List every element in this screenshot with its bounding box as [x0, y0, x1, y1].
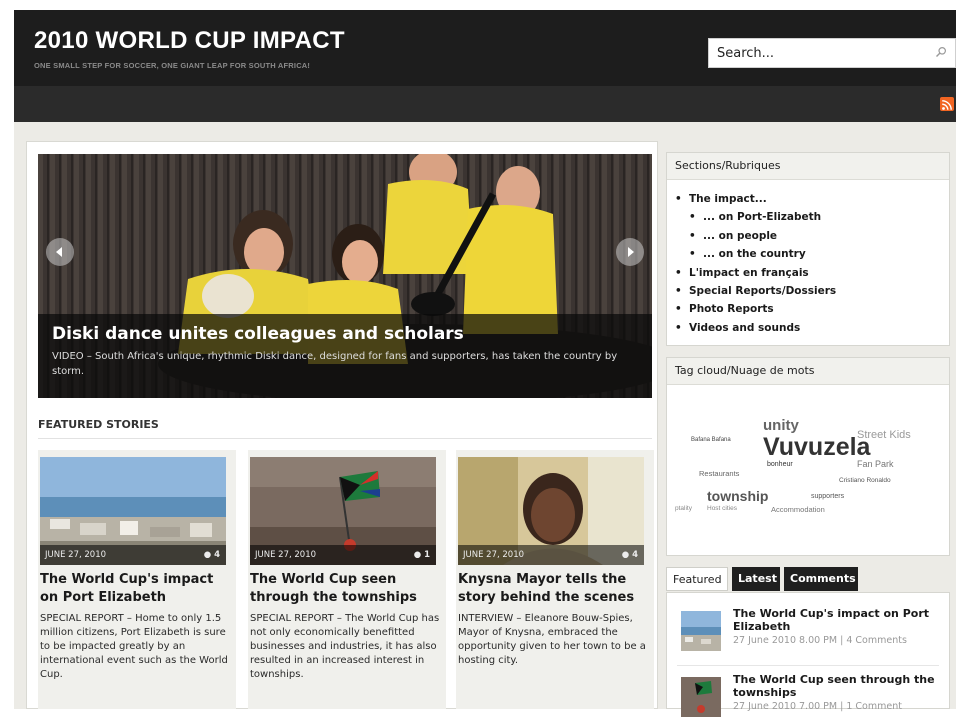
slide-title[interactable]: Diski dance unites colleagues and schola…	[52, 324, 464, 344]
story-card[interactable]: JUNE 27, 2010 ● 1 The World Cup seen thr…	[248, 450, 446, 709]
tag-link[interactable]: Vuvuzela	[763, 433, 870, 462]
search-icon[interactable]	[935, 46, 947, 58]
tab-latest[interactable]: Latest	[732, 567, 780, 591]
featured-slider[interactable]: Diski dance unites colleagues and schola…	[38, 154, 652, 398]
story-thumbnail[interactable]: JUNE 27, 2010 ● 1	[250, 457, 436, 565]
tag-link[interactable]: Street Kids	[857, 429, 911, 441]
tag-link[interactable]: Host cities	[707, 505, 737, 512]
tag-link[interactable]: Accommodation	[771, 505, 825, 514]
list-item[interactable]: The World Cup seen through the townships…	[677, 673, 945, 727]
story-date: JUNE 27, 2010	[463, 550, 525, 560]
story-excerpt: INTERVIEW – Eleanore Bouw-Spies, Mayor o…	[458, 613, 646, 666]
chevron-left-icon	[56, 247, 62, 257]
slider-next-button[interactable]	[616, 238, 644, 266]
list-item[interactable]: The World Cup's impact on Port Elizabeth…	[677, 607, 945, 661]
list-item-meta: 27 June 2010 7.00 PM | 1 Comment	[733, 701, 902, 712]
story-date: JUNE 27, 2010	[255, 550, 317, 560]
story-excerpt: SPECIAL REPORT – The World Cup has not o…	[250, 613, 440, 680]
divider	[38, 438, 652, 439]
story-meta: JUNE 27, 2010 ● 4	[458, 545, 644, 565]
story-thumbnail[interactable]: JUNE 27, 2010 ● 4	[40, 457, 226, 565]
search-box	[708, 38, 956, 68]
story-title[interactable]: Knysna Mayor tells the story behind the …	[458, 571, 652, 607]
divider	[677, 665, 939, 666]
featured-stories-heading: FEATURED STORIES	[38, 418, 159, 431]
tab-panel-featured: The World Cup's impact on Port Elizabeth…	[666, 592, 950, 717]
story-date: JUNE 27, 2010	[45, 550, 107, 560]
sections-heading: Sections/Rubriques	[667, 153, 949, 180]
tag-cloud: unity Vuvuzela township Street Kids Fan …	[667, 385, 949, 555]
list-item-meta: 27 June 2010 8.00 PM | 4 Comments	[733, 635, 907, 646]
chevron-right-icon	[628, 247, 634, 257]
tag-link[interactable]: supporters	[811, 493, 844, 500]
comment-count[interactable]: ● 4	[204, 545, 220, 565]
rss-feed-icon[interactable]	[940, 97, 954, 111]
slider-prev-button[interactable]	[46, 238, 74, 266]
story-meta: JUNE 27, 2010 ● 1	[250, 545, 436, 565]
site-title[interactable]: 2010 WORLD CUP IMPACT	[34, 27, 345, 55]
story-card[interactable]: JUNE 27, 2010 ● 4 The World Cup's impact…	[38, 450, 236, 709]
slide-description: VIDEO – South Africa's unique, rhythmic …	[52, 351, 618, 377]
comment-count[interactable]: ● 1	[414, 545, 430, 565]
site-header: 2010 WORLD CUP IMPACT ONE SMALL STEP FOR…	[14, 10, 956, 86]
tag-link[interactable]: bonheur	[767, 461, 793, 468]
tag-link[interactable]: Fan Park	[857, 459, 894, 469]
list-item-thumbnail[interactable]	[681, 611, 721, 651]
tag-link[interactable]: township	[707, 488, 768, 504]
search-input[interactable]	[709, 39, 924, 67]
tag-link[interactable]: Restaurants	[699, 469, 739, 478]
tag-cloud-widget: Tag cloud/Nuage de mots unity Vuvuzela t…	[666, 357, 950, 556]
tab-comments[interactable]: Comments	[784, 567, 858, 591]
tag-link[interactable]: unity	[763, 417, 799, 434]
list-item-title[interactable]: The World Cup seen through the townships	[733, 673, 947, 699]
sections-widget: Sections/Rubriques The impact... ... on …	[666, 152, 950, 346]
story-title[interactable]: The World Cup seen through the townships	[250, 571, 444, 607]
coastline-photo	[681, 611, 721, 651]
site-tagline: ONE SMALL STEP FOR SOCCER, ONE GIANT LEA…	[34, 61, 311, 70]
story-thumbnail[interactable]: JUNE 27, 2010 ● 4	[458, 457, 644, 565]
story-meta: JUNE 27, 2010 ● 4	[40, 545, 226, 565]
tag-link[interactable]: Cristiano Ronaldo	[839, 477, 891, 484]
story-title[interactable]: The World Cup's impact on Port Elizabeth	[40, 571, 234, 607]
nav-bar	[14, 86, 956, 122]
tab-featured[interactable]: Featured	[666, 567, 728, 591]
slide-caption: Diski dance unites colleagues and schola…	[38, 314, 652, 398]
story-card[interactable]: JUNE 27, 2010 ● 4 Knysna Mayor tells the…	[456, 450, 654, 709]
list-item-thumbnail[interactable]	[681, 677, 721, 717]
tag-link[interactable]: Bafana Bafana	[691, 437, 731, 443]
tag-link[interactable]: ptality	[675, 505, 692, 512]
comment-count[interactable]: ● 4	[622, 545, 638, 565]
tag-cloud-heading: Tag cloud/Nuage de mots	[667, 358, 949, 385]
township-flag-photo	[681, 677, 721, 717]
list-item-title[interactable]: The World Cup's impact on Port Elizabeth	[733, 607, 947, 633]
story-excerpt: SPECIAL REPORT – Home to only 1.5 millio…	[40, 613, 228, 680]
